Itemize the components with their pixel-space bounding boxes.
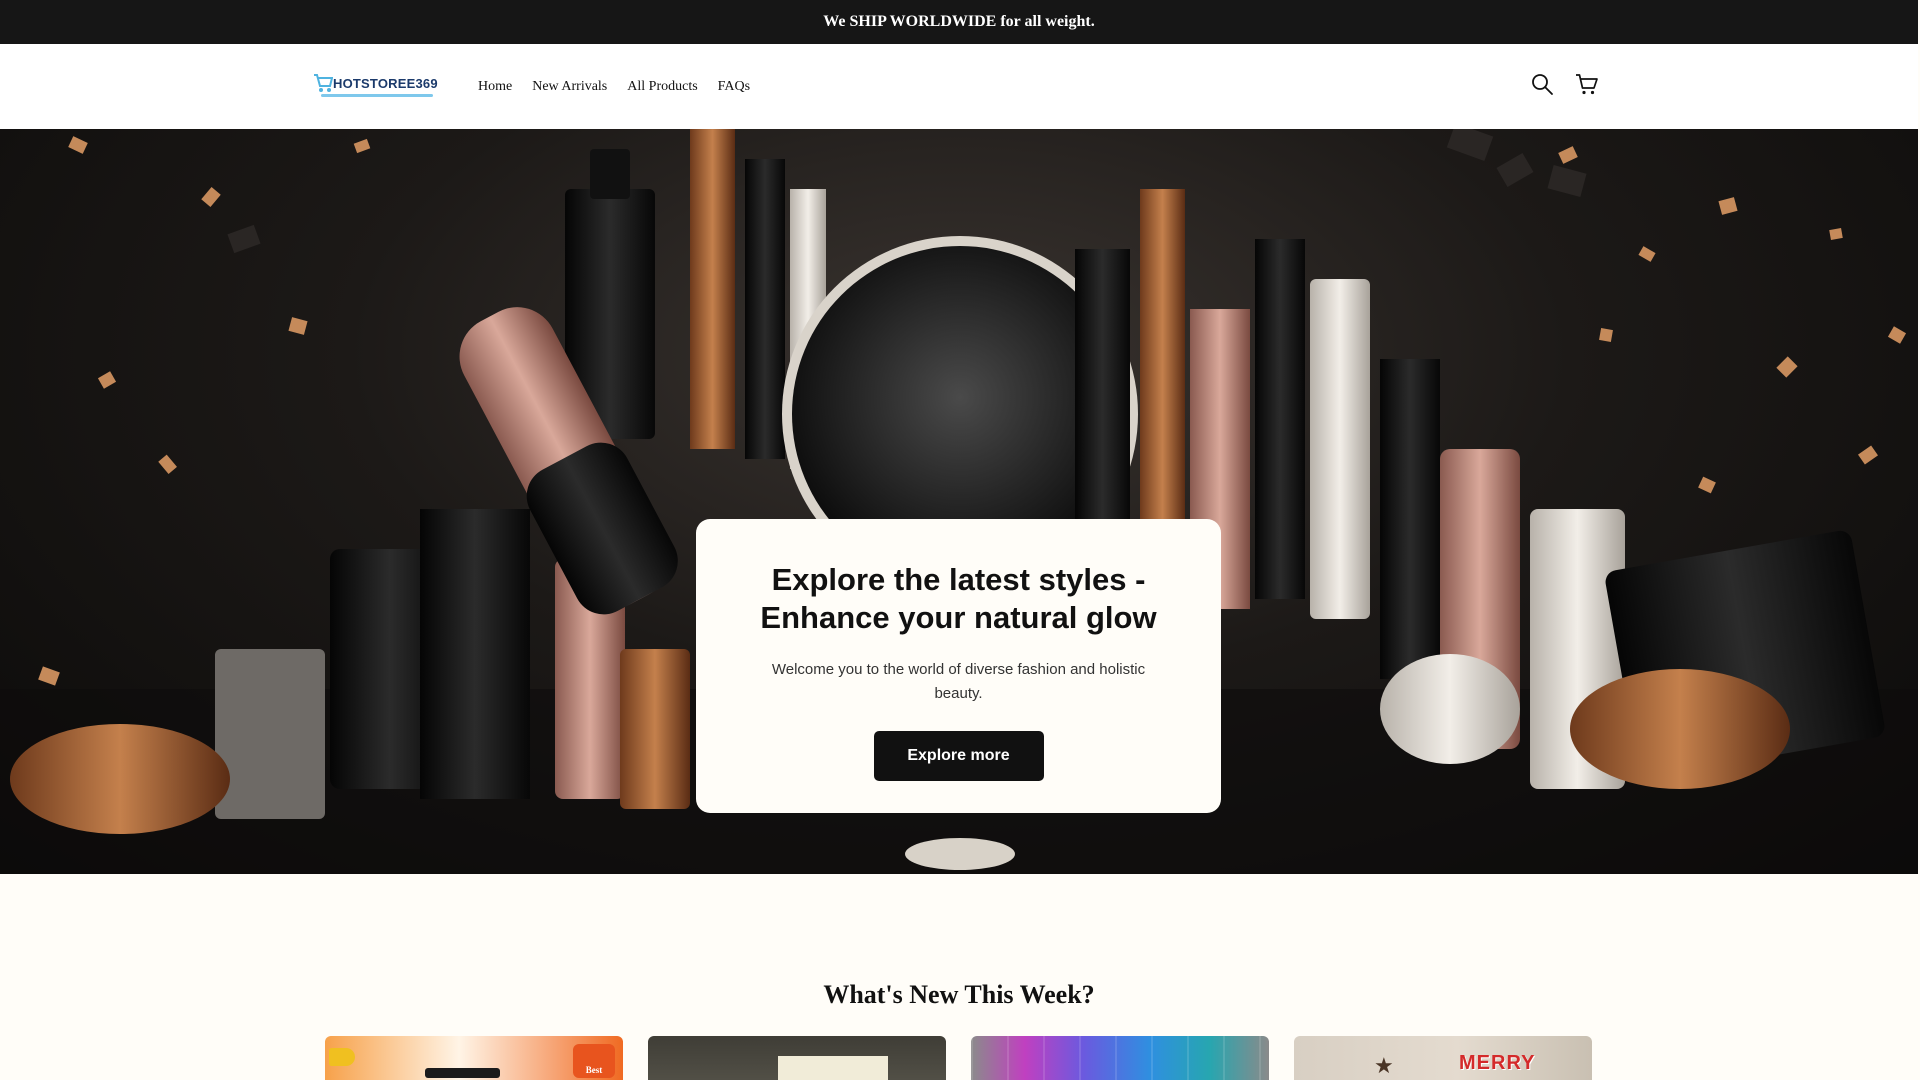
announcement-text: We SHIP WORLDWIDE for all weight.	[823, 13, 1095, 30]
hero-title: Explore the latest styles - Enhance your…	[760, 562, 1157, 635]
nav-faqs[interactable]: FAQs	[718, 79, 750, 95]
logo-underline	[321, 94, 433, 97]
cart-icon[interactable]	[1575, 72, 1599, 96]
product-badge: MERRY	[1459, 1052, 1536, 1074]
product-item-shape	[425, 1068, 500, 1078]
hero-card: Explore the latest styles - Enhance your…	[696, 519, 1221, 813]
announcement-bar: We SHIP WORLDWIDE for all weight.	[0, 0, 1918, 44]
hero-banner: Explore the latest styles - Enhance your…	[0, 129, 1918, 874]
product-image	[971, 1036, 1269, 1080]
product-card[interactable]	[648, 1036, 946, 1080]
star-ornament-icon: ★	[1374, 1054, 1394, 1079]
product-grid: Best ★ MERRY	[325, 1036, 1593, 1080]
product-card[interactable]: Best	[325, 1036, 623, 1080]
product-image	[778, 1056, 888, 1080]
search-icon[interactable]	[1530, 72, 1554, 96]
megaphone-icon	[329, 1048, 355, 1066]
product-badge: Best	[573, 1044, 615, 1078]
product-card[interactable]: ★ MERRY	[1294, 1036, 1592, 1080]
logo-cart-icon	[314, 74, 333, 92]
explore-more-button[interactable]: Explore more	[873, 731, 1044, 781]
nav-all-products[interactable]: All Products	[627, 79, 697, 95]
site-header: HOTSTOREE369 Home New Arrivals All Produ…	[0, 44, 1918, 129]
product-card[interactable]	[971, 1036, 1269, 1080]
main-nav: Home New Arrivals All Products FAQs	[478, 79, 750, 95]
store-logo[interactable]: HOTSTOREE369	[313, 72, 438, 100]
logo-text: HOTSTOREE369	[333, 76, 438, 91]
nav-home[interactable]: Home	[478, 79, 512, 95]
nav-new-arrivals[interactable]: New Arrivals	[532, 79, 607, 95]
section-title-new-this-week: What's New This Week?	[823, 980, 1095, 1009]
hero-subtitle: Welcome you to the world of diverse fash…	[771, 661, 1146, 702]
